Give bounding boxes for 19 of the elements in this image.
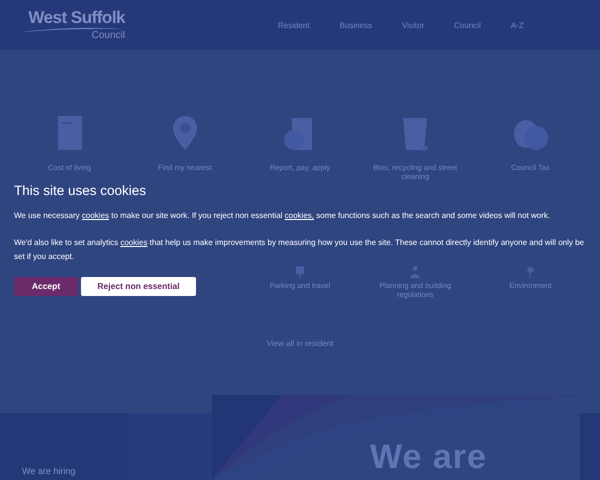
cookies-link[interactable]: cookies (82, 211, 110, 220)
nav-link[interactable]: Visitor (402, 20, 424, 30)
person-icon[interactable] (408, 265, 422, 279)
nav-link[interactable]: Council (454, 20, 481, 30)
banner-paragraph: We'd also like to set analytics cookies that help us make improvements by measuring how you use the site. These cannot directly identify anyone and will only be set if you accept. (14, 236, 585, 263)
logo-text[interactable]: West Suffolk (28, 9, 125, 27)
view-all-link[interactable]: View all in resident (266, 339, 334, 348)
reject-button[interactable]: Reject non essential (81, 276, 196, 296)
promo-card[interactable]: We are hiring (0, 413, 128, 480)
cookies-link[interactable]: cookies, (284, 211, 314, 220)
cookies-link[interactable]: cookies (120, 238, 148, 246)
logo-subtext[interactable]: Council (92, 30, 125, 41)
banner-title: This site uses cookies (14, 183, 146, 198)
nav-link[interactable]: Resident (278, 20, 310, 30)
promo-text: We are hiring (22, 466, 76, 476)
nav-link[interactable]: A-Z (510, 20, 524, 30)
accept-button[interactable]: Accept (14, 276, 78, 296)
nav-link[interactable]: Business (340, 20, 372, 30)
banner-paragraph: We use necessary cookies to make our site work. If you reject non essential cookies, some functions such as the search and some videos will not work. (14, 210, 550, 222)
